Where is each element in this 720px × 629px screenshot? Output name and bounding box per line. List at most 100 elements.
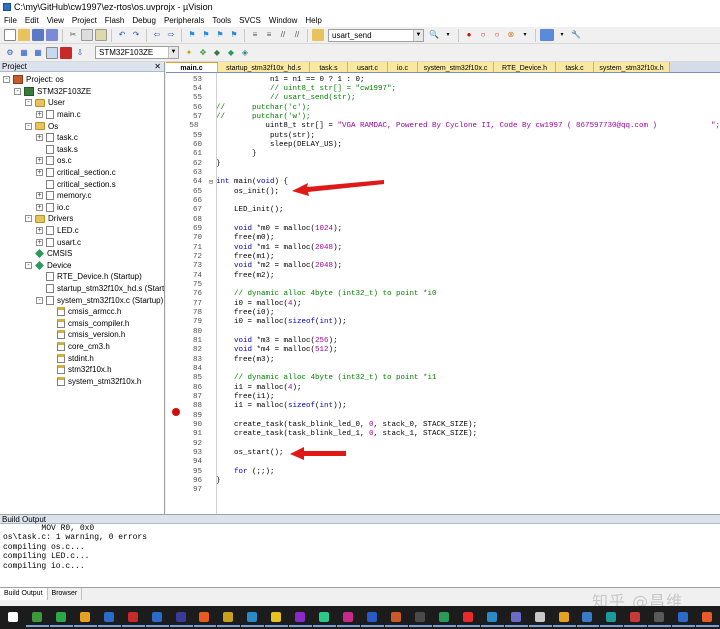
menu-item-flash[interactable]: Flash [101, 16, 129, 25]
taskbar-app-icon[interactable] [504, 609, 528, 627]
unindent-icon[interactable]: ≡ [263, 29, 275, 41]
taskbar-app-icon[interactable] [576, 609, 600, 627]
tree-item[interactable]: + task.c [36, 132, 78, 144]
tree-item[interactable]: + io.c [36, 202, 69, 214]
build-icon[interactable]: ▦ [18, 47, 30, 59]
taskbar-app-icon[interactable] [552, 609, 576, 627]
uncomment-icon[interactable]: // [291, 29, 303, 41]
tree-item[interactable]: - Os [25, 120, 58, 132]
tree-item[interactable]: - Device [25, 260, 71, 272]
open-folder-icon[interactable] [18, 29, 30, 41]
editor-tab[interactable]: startup_stm32f10x_hd.s [218, 62, 310, 72]
dropdown-icon[interactable]: ▾ [519, 29, 531, 41]
collapse-icon[interactable]: - [14, 87, 21, 95]
expand-icon[interactable]: + [36, 169, 43, 177]
breakpoint-disable-icon[interactable]: ○ [491, 29, 503, 41]
menu-item-window[interactable]: Window [265, 16, 301, 25]
tree-item[interactable]: + critical_section.c [36, 167, 116, 179]
manage-packs-icon[interactable]: ◆ [211, 47, 223, 59]
code-area[interactable]: 53 n1 = n1 == 0 ? 1 : 0; 54 // uint8_t st… [166, 73, 720, 514]
tree-item[interactable]: - Drivers [25, 213, 73, 225]
editor-tab[interactable]: system_stm32f10x.c [418, 62, 494, 72]
editor-tab[interactable]: system_stm32f10x.h [594, 62, 670, 72]
editor-tab[interactable]: task.s [310, 62, 348, 72]
taskbar-app-icon[interactable] [385, 609, 408, 627]
tree-item[interactable]: CMSIS [25, 248, 72, 260]
taskbar-app-icon[interactable] [217, 609, 241, 627]
find-icon[interactable]: 🔍 [428, 29, 440, 41]
tab-build-output[interactable]: Build Output [0, 588, 48, 600]
fold-icon[interactable]: ⊟ [206, 178, 216, 187]
select-pack-icon[interactable]: ◆ [225, 47, 237, 59]
undo-icon[interactable]: ↶ [116, 29, 128, 41]
nav-forward-icon[interactable]: ⇨ [165, 29, 177, 41]
menu-item-help[interactable]: Help [301, 16, 325, 25]
tree-item[interactable]: + os.c [36, 155, 72, 167]
collapse-icon[interactable]: - [25, 99, 32, 107]
comment-icon[interactable]: // [277, 29, 289, 41]
tree-item[interactable]: - Project: os [3, 74, 64, 86]
bookmark-next-icon[interactable]: ⚑ [214, 29, 226, 41]
taskbar-app-icon[interactable] [289, 609, 313, 627]
taskbar-app-icon[interactable] [25, 609, 49, 627]
chevron-down-icon[interactable]: ▼ [413, 29, 423, 41]
taskbar-app-icon[interactable] [480, 609, 504, 627]
dropdown-icon[interactable]: ▾ [556, 29, 568, 41]
close-icon[interactable]: ✕ [154, 62, 161, 72]
translate-icon[interactable]: ⚙ [4, 47, 16, 59]
editor-tab[interactable]: usart.c [348, 62, 388, 72]
editor-tab[interactable]: io.c [388, 62, 418, 72]
chevron-down-icon[interactable]: ▼ [168, 47, 178, 58]
copy-icon[interactable] [81, 29, 93, 41]
tree-item[interactable]: system_stm32f10x.h [47, 376, 141, 388]
editor-tab[interactable]: main.c [166, 62, 218, 72]
tree-item[interactable]: startup_stm32f10x_hd.s (Startup) [36, 283, 164, 295]
taskbar-app-icon[interactable] [265, 609, 289, 627]
tree-item[interactable]: - system_stm32f10x.c (Startup) [36, 294, 163, 306]
save-all-icon[interactable] [46, 29, 58, 41]
collapse-icon[interactable]: - [25, 215, 32, 223]
taskbar-app-icon[interactable] [313, 609, 337, 627]
collapse-icon[interactable]: - [36, 296, 43, 304]
menu-item-file[interactable]: File [0, 16, 21, 25]
taskbar-app-icon[interactable] [624, 609, 648, 627]
tree-item[interactable]: cmsis_armcc.h [47, 306, 121, 318]
tree-item[interactable]: + main.c [36, 109, 81, 121]
tree-item[interactable]: - User [25, 97, 65, 109]
taskbar-app-icon[interactable] [648, 609, 672, 627]
taskbar-app-icon[interactable] [337, 609, 361, 627]
taskbar-app-icon[interactable] [361, 609, 384, 627]
batch-build-icon[interactable] [46, 46, 58, 59]
taskbar-app-icon[interactable] [241, 609, 265, 627]
tree-item[interactable]: + LED.c [36, 225, 79, 237]
breakpoint-kill-icon[interactable]: ⊗ [505, 29, 517, 41]
tree-item[interactable]: + usart.c [36, 236, 81, 248]
taskbar-app-icon[interactable] [169, 609, 193, 627]
nav-back-icon[interactable]: ⇦ [151, 29, 163, 41]
expand-icon[interactable]: + [36, 192, 43, 200]
taskbar-app-icon[interactable] [696, 609, 720, 627]
target-select[interactable]: STM32F103ZE ▼ [95, 46, 179, 59]
taskbar-app-icon[interactable] [145, 609, 169, 627]
collapse-icon[interactable]: - [25, 261, 32, 269]
stop-build-icon[interactable] [60, 46, 72, 59]
menu-item-view[interactable]: View [43, 16, 68, 25]
tree-item[interactable]: cmsis_version.h [47, 329, 125, 341]
expand-icon[interactable]: + [36, 111, 43, 119]
expand-icon[interactable]: + [36, 227, 43, 235]
file-extensions-icon[interactable]: ✥ [197, 47, 209, 59]
tree-item[interactable]: stm32f10x.h [47, 364, 112, 376]
debug-start-icon[interactable]: ● [463, 29, 475, 41]
taskbar-app-icon[interactable] [456, 609, 480, 627]
run-time-env-icon[interactable]: ◈ [239, 47, 251, 59]
menu-item-peripherals[interactable]: Peripherals [160, 16, 208, 25]
configure-icon[interactable]: 🔧 [570, 29, 582, 41]
taskbar-app-icon[interactable] [408, 609, 432, 627]
taskbar-app-icon[interactable] [193, 609, 217, 627]
menu-item-svcs[interactable]: SVCS [235, 16, 265, 25]
menu-item-debug[interactable]: Debug [128, 16, 160, 25]
taskbar-app-icon[interactable] [97, 609, 121, 627]
indent-icon[interactable]: ≡ [249, 29, 261, 41]
save-icon[interactable] [32, 29, 44, 41]
taskbar-app-icon[interactable] [49, 609, 73, 627]
